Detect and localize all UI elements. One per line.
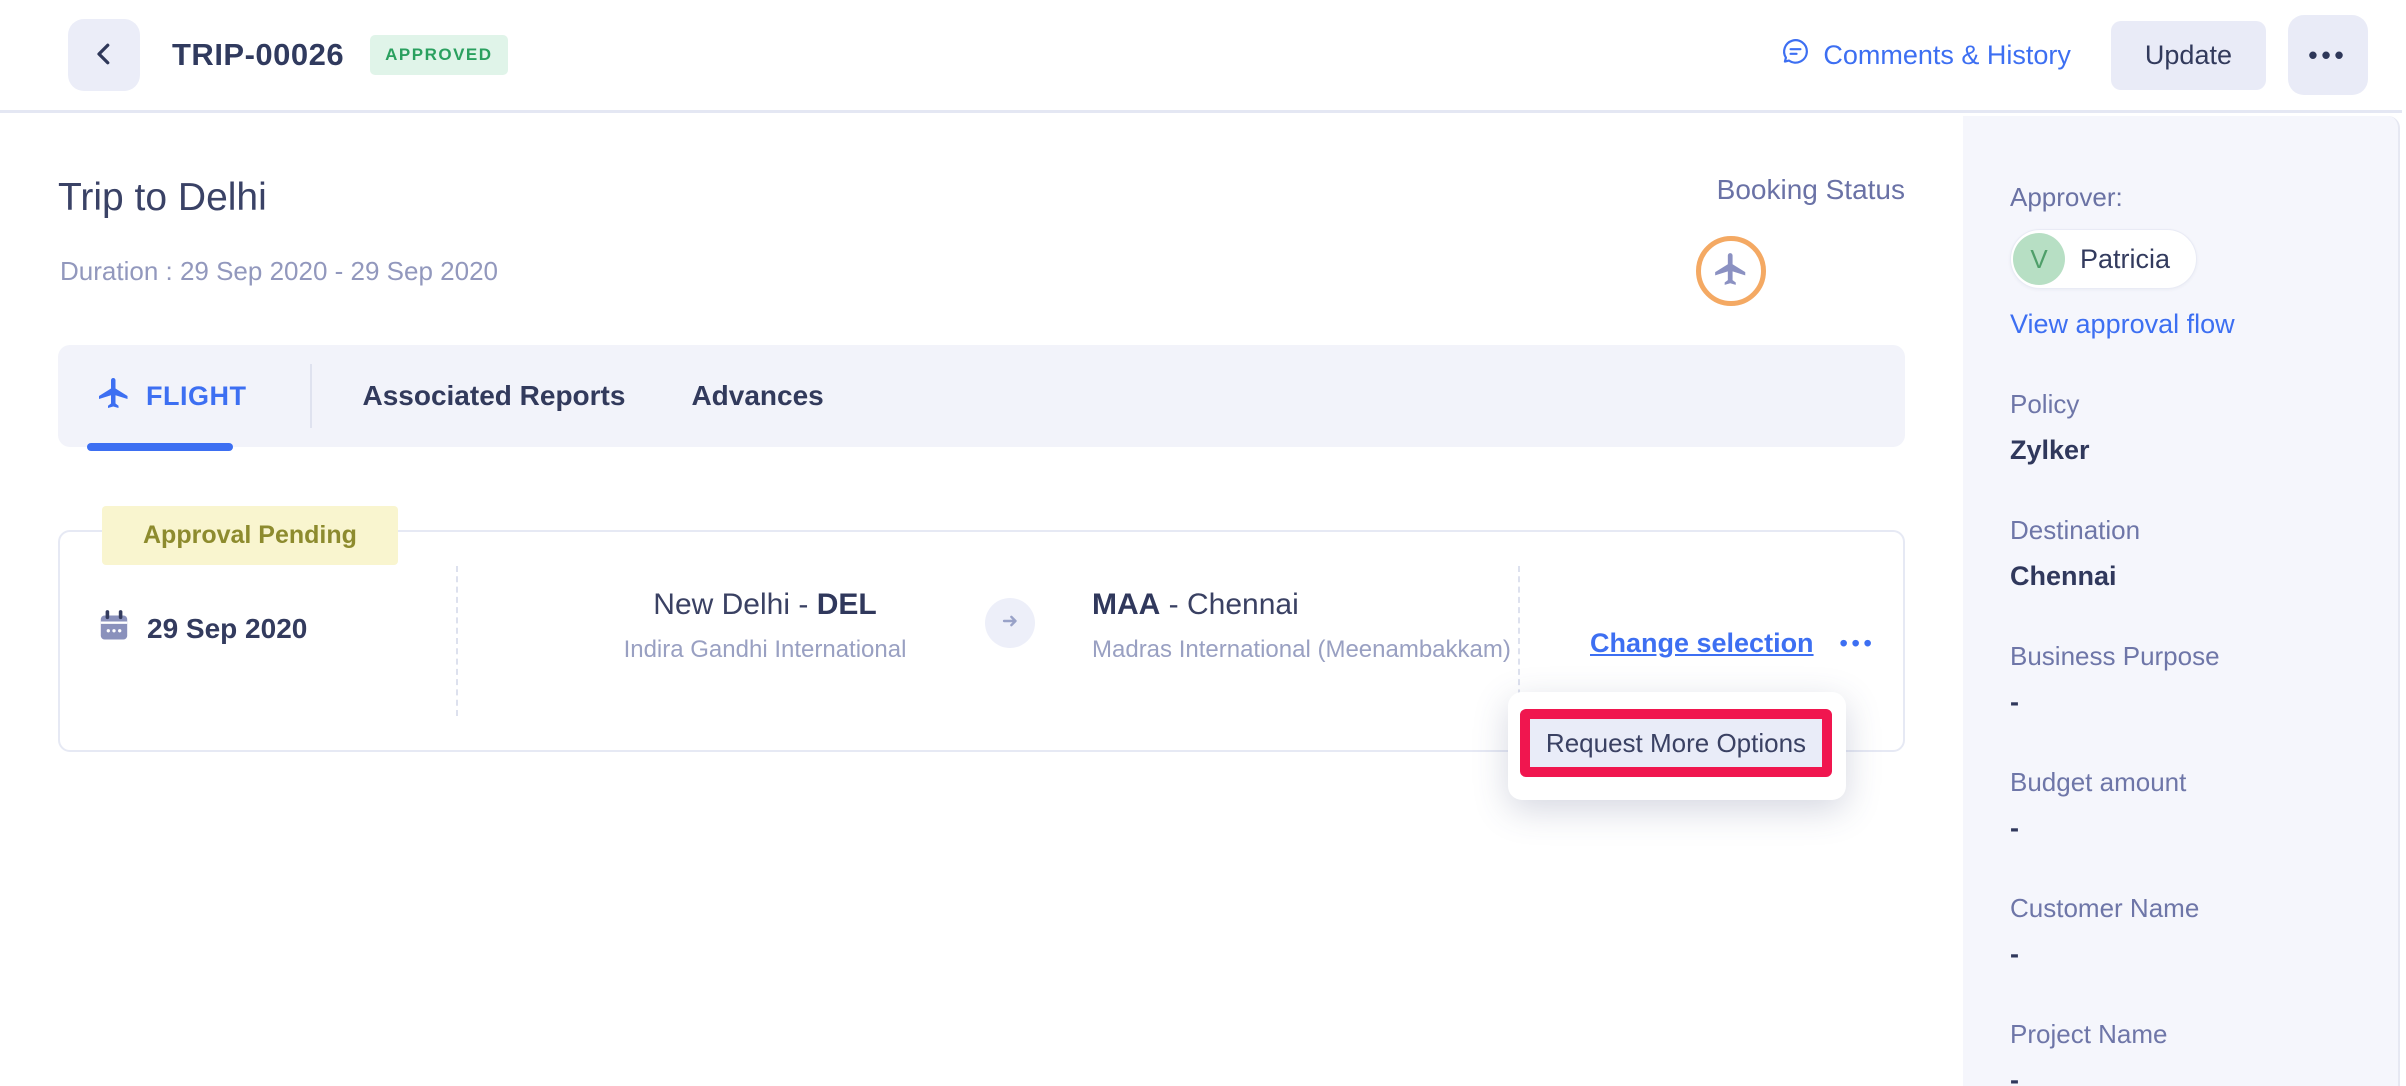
comments-history-label: Comments & History <box>1823 40 2071 71</box>
approval-pending-badge: Approval Pending <box>102 506 398 565</box>
page-title: Trip to Delhi <box>58 176 267 220</box>
ellipsis-icon: ••• <box>2308 40 2347 71</box>
tab-flight[interactable]: FLIGHT <box>96 375 246 418</box>
destination-code-city: MAA - Chennai <box>1092 588 1511 622</box>
header: TRIP-00026 APPROVED Comments & History U… <box>0 0 2406 113</box>
booking-status-indicator <box>1696 236 1766 306</box>
field-project-name: Project Name - <box>2010 1019 2398 1086</box>
row-more-button[interactable]: ••• <box>1840 630 1876 657</box>
comments-history-link[interactable]: Comments & History <box>1780 36 2071 74</box>
trip-id: TRIP-00026 <box>172 37 344 73</box>
avatar: V <box>2013 233 2065 285</box>
field-customer-name: Customer Name - <box>2010 893 2398 970</box>
destination-airport-name: Madras International (Meenambakkam) <box>1092 636 1511 664</box>
field-budget-amount: Budget amount - <box>2010 767 2398 844</box>
origin-airport-name: Indira Gandhi International <box>530 636 1000 664</box>
tab-bar: FLIGHT Associated Reports Advances <box>58 345 1905 447</box>
field-destination: Destination Chennai <box>2010 515 2398 592</box>
tab-associated-reports[interactable]: Associated Reports <box>362 380 625 412</box>
origin-city-code: New Delhi - DEL <box>530 588 1000 622</box>
field-policy: Policy Zylker <box>2010 389 2398 466</box>
menu-item-request-more-options[interactable]: Request More Options <box>1530 719 1822 767</box>
approver-name: Patricia <box>2080 244 2170 275</box>
tab-advances[interactable]: Advances <box>691 380 823 412</box>
status-badge: APPROVED <box>370 35 507 75</box>
field-business-purpose: Business Purpose - <box>2010 641 2398 718</box>
plane-icon <box>1712 250 1750 293</box>
destination-airport: MAA - Chennai Madras International (Meen… <box>1092 588 1511 664</box>
back-button[interactable] <box>68 19 140 91</box>
active-tab-underline <box>87 443 233 451</box>
comment-icon <box>1780 36 1811 74</box>
annotation-highlight: Request More Options <box>1520 709 1832 777</box>
update-button[interactable]: Update <box>2111 21 2266 90</box>
route-arrow <box>985 598 1035 648</box>
page-right-strip <box>2402 0 2406 1086</box>
origin-airport: New Delhi - DEL Indira Gandhi Internatio… <box>530 588 1000 664</box>
flight-date-value: 29 Sep 2020 <box>147 613 307 645</box>
tab-flight-label: FLIGHT <box>146 381 246 412</box>
plane-icon <box>96 375 132 418</box>
trip-detail-page: TRIP-00026 APPROVED Comments & History U… <box>0 0 2406 1086</box>
calendar-icon <box>96 608 132 649</box>
trip-duration: Duration : 29 Sep 2020 - 29 Sep 2020 <box>60 256 498 287</box>
arrow-right-icon <box>999 610 1021 637</box>
card-divider <box>456 566 458 716</box>
tab-divider <box>310 364 312 428</box>
main-content: Trip to Delhi Duration : 29 Sep 2020 - 2… <box>0 116 1963 1086</box>
header-more-button[interactable]: ••• <box>2288 15 2368 95</box>
view-approval-flow-link[interactable]: View approval flow <box>2010 309 2398 340</box>
chevron-left-icon <box>89 39 119 72</box>
change-selection-link[interactable]: Change selection <box>1590 628 1814 659</box>
booking-status-label: Booking Status <box>1717 174 1905 206</box>
approver-label: Approver: <box>2010 182 2398 213</box>
approver-chip: V Patricia <box>2010 229 2197 289</box>
row-actions: Change selection ••• <box>1590 628 1876 659</box>
flight-date: 29 Sep 2020 <box>96 608 307 649</box>
details-sidebar: Approver: V Patricia View approval flow … <box>1963 116 2400 1086</box>
row-more-menu: Request More Options <box>1508 692 1846 800</box>
